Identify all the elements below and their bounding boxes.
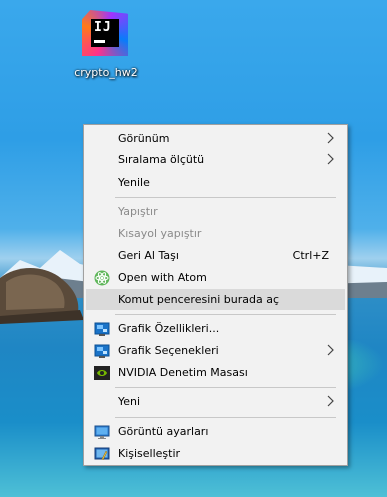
- menu-label: Kısayol yapıştır: [118, 227, 202, 240]
- menu-label: Geri Al Taşı: [118, 249, 179, 262]
- menu-separator: [115, 314, 336, 315]
- menu-item-goruntu-ayarlari[interactable]: Görüntü ayarları: [86, 421, 345, 442]
- menu-item-siralama[interactable]: Sıralama ölçütü: [86, 149, 345, 170]
- display-settings-icon: [94, 425, 110, 439]
- desktop-icon-crypto-hw2[interactable]: IJ crypto_hw2: [70, 8, 142, 86]
- menu-item-kisisellestir[interactable]: Kişiselleştir: [86, 443, 345, 464]
- intel-graphics-icon: [94, 344, 110, 358]
- menu-separator: [115, 387, 336, 388]
- menu-item-grafik-ozellikleri[interactable]: Grafik Özellikleri...: [86, 318, 345, 339]
- menu-item-komut-penceresi[interactable]: Komut penceresini burada aç: [86, 289, 345, 310]
- chevron-right-icon: [327, 395, 334, 407]
- menu-item-nvidia[interactable]: NVIDIA Denetim Masası: [86, 362, 345, 383]
- shore-rock: [0, 267, 84, 324]
- menu-separator: [115, 417, 336, 418]
- menu-label: Open with Atom: [118, 271, 207, 284]
- menu-item-grafik-secenekleri[interactable]: Grafik Seçenekleri: [86, 340, 345, 361]
- menu-label: NVIDIA Denetim Masası: [118, 366, 248, 379]
- menu-separator: [115, 197, 336, 198]
- menu-item-yenile[interactable]: Yenile: [86, 172, 345, 193]
- menu-item-gorunum[interactable]: Görünüm: [86, 128, 345, 149]
- intel-graphics-icon: [94, 322, 110, 336]
- menu-label: Komut penceresini burada aç: [118, 293, 280, 306]
- menu-item-geri-al[interactable]: Geri Al Taşı Ctrl+Z: [86, 245, 345, 266]
- menu-label: Görüntü ayarları: [118, 425, 209, 438]
- menu-item-yeni[interactable]: Yeni: [86, 391, 345, 412]
- menu-shortcut: Ctrl+Z: [292, 249, 329, 262]
- desktop-icon-label: crypto_hw2: [74, 66, 138, 79]
- chevron-right-icon: [327, 132, 334, 144]
- menu-item-kisayol[interactable]: Kısayol yapıştır: [86, 223, 345, 244]
- chevron-right-icon: [327, 344, 334, 356]
- desktop-background[interactable]: IJ crypto_hw2 Görünüm Sıralama ölçütü Ye…: [0, 0, 387, 497]
- menu-label: Sıralama ölçütü: [118, 153, 205, 166]
- menu-label: Görünüm: [118, 132, 170, 145]
- atom-icon: [94, 270, 110, 286]
- chevron-right-icon: [327, 153, 334, 165]
- nvidia-icon: [94, 366, 110, 380]
- menu-label: Kişiselleştir: [118, 447, 181, 460]
- menu-label: Yenile: [118, 176, 150, 189]
- menu-item-yapistir[interactable]: Yapıştır: [86, 201, 345, 222]
- menu-label: Grafik Özellikleri...: [118, 322, 220, 335]
- icon-logo-text: IJ: [94, 20, 112, 35]
- context-menu: Görünüm Sıralama ölçütü Yenile Yapıştır …: [83, 124, 348, 466]
- menu-label: Yeni: [118, 395, 141, 408]
- menu-label: Yapıştır: [118, 205, 158, 218]
- personalize-icon: [94, 447, 110, 461]
- menu-item-open-with-atom[interactable]: Open with Atom: [86, 267, 345, 288]
- menu-label: Grafik Seçenekleri: [118, 344, 219, 357]
- intellij-idea-icon: IJ: [82, 10, 128, 56]
